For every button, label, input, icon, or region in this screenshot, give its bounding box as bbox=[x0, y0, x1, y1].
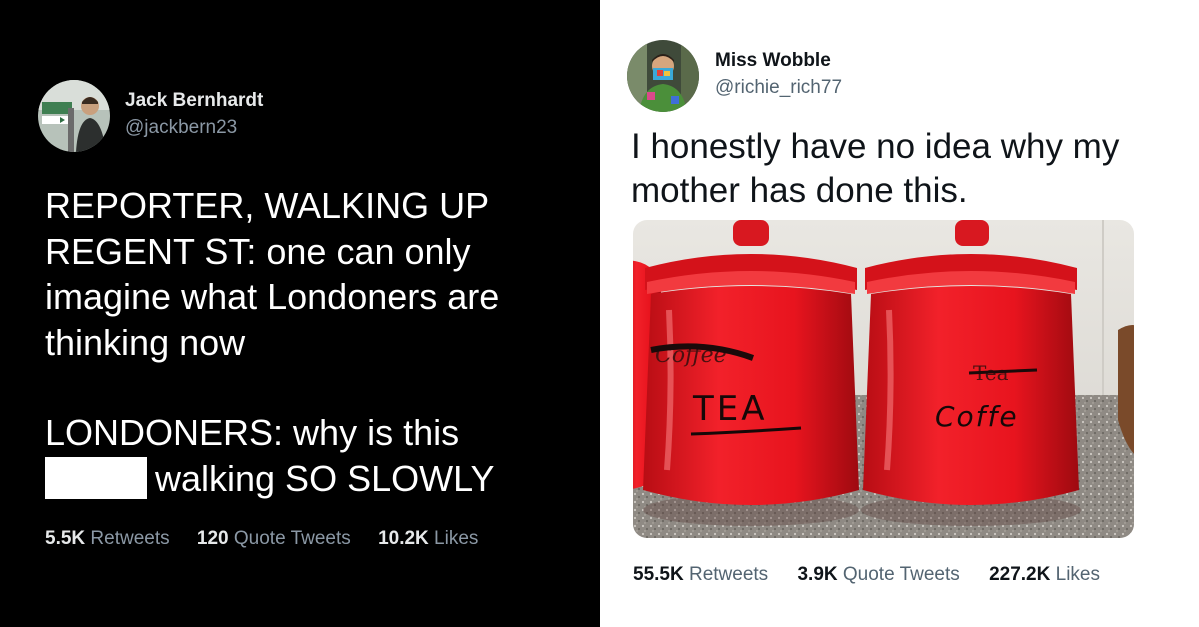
quote-tweets-stat[interactable]: 120 Quote Tweets bbox=[197, 528, 351, 549]
stat-count: 10.2K bbox=[378, 528, 429, 549]
stat-count: 3.9K bbox=[797, 564, 838, 585]
tweet-card-miss-wobble: Miss Wobble @richie_rich77 I honestly ha… bbox=[600, 0, 1199, 627]
tweet-paragraph: REPORTER, WALKING UP REGENT ST: one can … bbox=[45, 185, 500, 363]
user-handle[interactable]: @jackbern23 bbox=[125, 117, 237, 139]
tweet-text: REPORTER, WALKING UP REGENT ST: one can … bbox=[45, 183, 585, 501]
tweet-text-segment: LONDONERS: why is this bbox=[45, 412, 460, 453]
tweet-text: I honestly have no idea why my mother ha… bbox=[631, 127, 1120, 210]
stat-label: Retweets bbox=[688, 564, 769, 585]
avatar[interactable] bbox=[627, 40, 699, 112]
tweet-card-jack-bernhardt: Jack Bernhardt @jackbern23 REPORTER, WAL… bbox=[0, 0, 600, 627]
user-name[interactable]: Jack Bernhardt bbox=[125, 90, 263, 112]
tweet-photo[interactable]: Coffee TEA Tea Coffe bbox=[633, 220, 1134, 538]
tweet-paragraph: LONDONERS: why is this walking SO SLOWLY bbox=[45, 410, 585, 501]
stat-count: 120 bbox=[196, 528, 229, 549]
svg-text:Coffe: Coffe bbox=[935, 400, 1019, 433]
jars-photo: Coffee TEA Tea Coffe bbox=[633, 220, 1134, 538]
likes-stat[interactable]: 227.2K Likes bbox=[989, 564, 1100, 585]
stat-count: 227.2K bbox=[989, 564, 1051, 585]
redaction-box bbox=[45, 456, 147, 499]
stat-label: Quote Tweets bbox=[233, 528, 351, 549]
stat-count: 5.5K bbox=[45, 528, 86, 549]
user-name[interactable]: Miss Wobble bbox=[715, 50, 831, 72]
user-handle[interactable]: @richie_rich77 bbox=[715, 77, 842, 99]
stat-label: Quote Tweets bbox=[842, 564, 960, 585]
stat-count: 55.5K bbox=[633, 564, 684, 585]
stat-label: Retweets bbox=[90, 528, 170, 549]
tweet-text-segment: walking SO SLOWLY bbox=[155, 457, 495, 499]
avatar-photo bbox=[627, 40, 699, 112]
jar-left: Coffee TEA bbox=[643, 220, 859, 526]
stat-label: Likes bbox=[434, 528, 479, 549]
jar-right: Tea Coffe bbox=[861, 220, 1081, 526]
likes-stat[interactable]: 10.2K Likes bbox=[378, 528, 478, 549]
avatar[interactable] bbox=[38, 80, 110, 152]
stat-label: Likes bbox=[1055, 564, 1100, 585]
tweet-stats: 55.5K Retweets 3.9K Quote Tweets 227.2K … bbox=[633, 564, 1124, 586]
tweet-stats: 5.5K Retweets 120 Quote Tweets 10.2K Lik… bbox=[45, 528, 500, 550]
retweets-stat[interactable]: 55.5K Retweets bbox=[633, 564, 768, 585]
svg-text:TEA: TEA bbox=[692, 389, 768, 429]
retweets-stat[interactable]: 5.5K Retweets bbox=[45, 528, 170, 549]
avatar-photo bbox=[38, 80, 110, 152]
quote-tweets-stat[interactable]: 3.9K Quote Tweets bbox=[797, 564, 959, 585]
